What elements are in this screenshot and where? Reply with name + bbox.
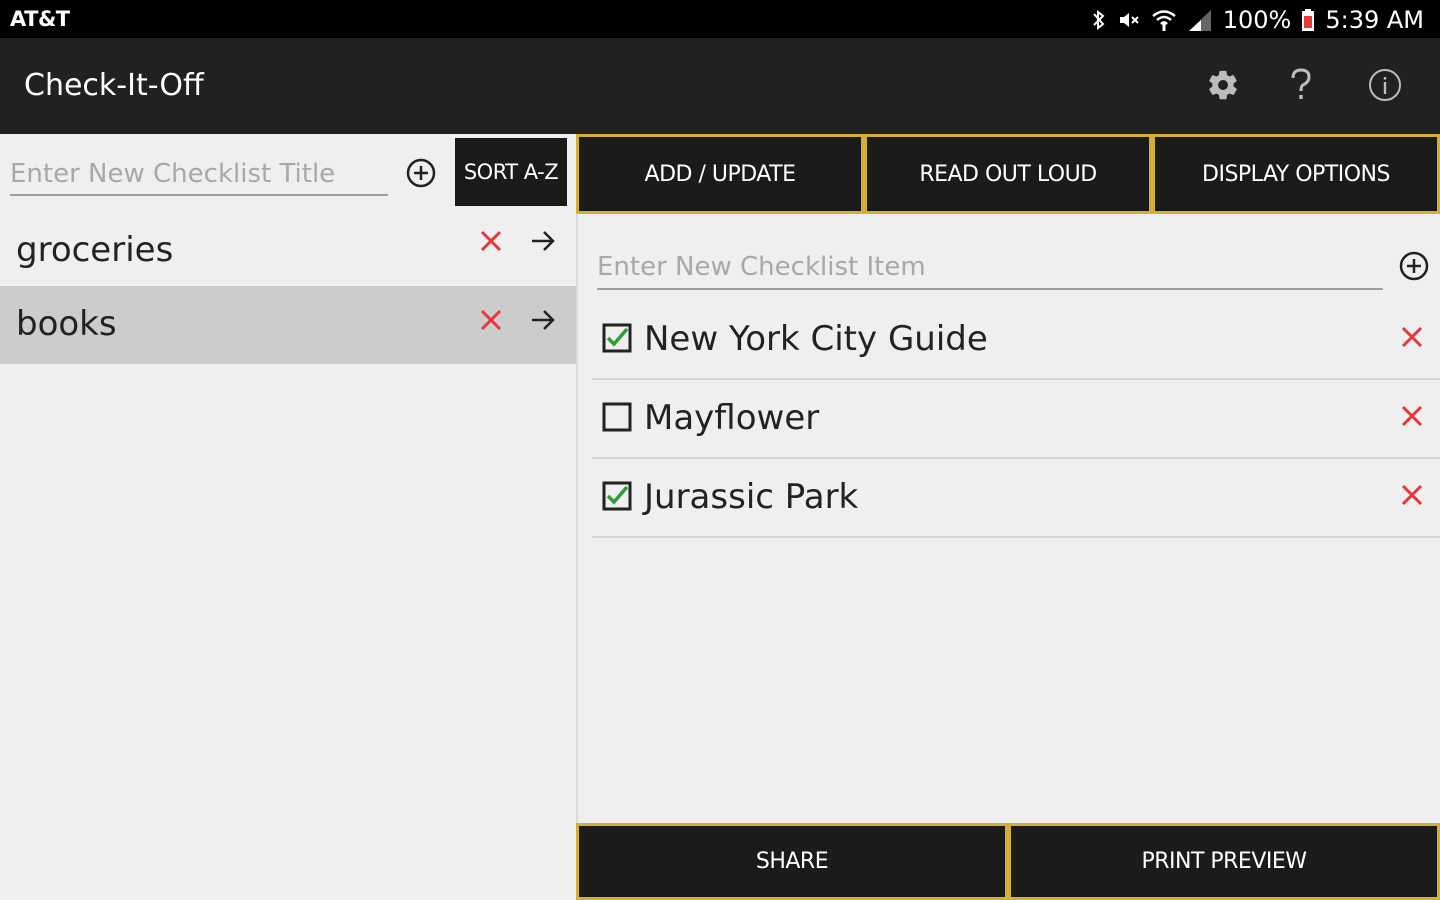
battery-icon bbox=[1301, 8, 1315, 32]
checkbox-checked-icon[interactable] bbox=[602, 481, 632, 511]
add-update-button[interactable]: ADD / UPDATE bbox=[576, 134, 864, 214]
app-bar: Check-It-Off bbox=[0, 38, 1440, 134]
mute-icon bbox=[1117, 8, 1141, 32]
checklist-item-row: New York City Guide bbox=[592, 301, 1440, 380]
share-button[interactable]: SHARE bbox=[576, 823, 1008, 900]
bottom-action-bar: SHARE PRINT PREVIEW bbox=[576, 823, 1440, 900]
status-icons: 100% 5:39 AM bbox=[1091, 4, 1424, 36]
checklist-item-row: Mayflower bbox=[592, 380, 1440, 459]
info-icon[interactable] bbox=[1362, 62, 1408, 108]
arrow-right-icon[interactable] bbox=[526, 224, 560, 258]
app-title: Check-It-Off bbox=[24, 68, 204, 103]
plus-circle-icon bbox=[406, 158, 436, 188]
signal-icon bbox=[1187, 8, 1213, 32]
display-options-button[interactable]: DISPLAY OPTIONS bbox=[1152, 134, 1440, 214]
clock: 5:39 AM bbox=[1325, 6, 1424, 34]
delete-item-button[interactable] bbox=[1396, 479, 1428, 511]
carrier-label: AT&T bbox=[10, 7, 70, 31]
close-icon bbox=[1401, 484, 1423, 506]
checklist-label: groceries bbox=[16, 230, 174, 270]
sort-az-button[interactable]: SORT A-Z bbox=[455, 138, 567, 206]
checkbox-checked-icon[interactable] bbox=[602, 323, 632, 353]
gear-icon[interactable] bbox=[1200, 62, 1246, 108]
checklist-label: books bbox=[16, 304, 117, 344]
checklist-item-row: Jurassic Park bbox=[592, 459, 1440, 538]
delete-item-button[interactable] bbox=[1396, 400, 1428, 432]
item-label: Mayflower bbox=[644, 398, 820, 438]
checklist-pane: SORT A-Z groceries books bbox=[0, 134, 576, 900]
close-icon bbox=[1401, 326, 1423, 348]
bluetooth-icon bbox=[1091, 8, 1107, 32]
close-icon[interactable] bbox=[476, 226, 506, 256]
print-preview-button[interactable]: PRINT PREVIEW bbox=[1008, 823, 1440, 900]
checklist-item-input[interactable] bbox=[597, 246, 1383, 290]
add-checklist-button[interactable] bbox=[402, 154, 440, 192]
action-tab-bar: ADD / UPDATE READ OUT LOUD DISPLAY OPTIO… bbox=[576, 134, 1440, 214]
plus-circle-icon bbox=[1399, 251, 1429, 281]
item-label: New York City Guide bbox=[644, 319, 988, 359]
checkbox-unchecked-icon[interactable] bbox=[602, 402, 632, 432]
close-icon[interactable] bbox=[476, 305, 506, 335]
close-icon bbox=[1401, 405, 1423, 427]
pane-divider bbox=[576, 134, 578, 900]
item-label: Jurassic Park bbox=[644, 477, 859, 517]
help-icon[interactable] bbox=[1278, 62, 1324, 108]
status-bar: AT&T 100% 5:39 AM bbox=[0, 0, 1440, 38]
arrow-right-icon[interactable] bbox=[526, 303, 560, 337]
wifi-icon bbox=[1151, 8, 1177, 32]
checklist-title-input[interactable] bbox=[10, 154, 388, 196]
add-item-button[interactable] bbox=[1396, 248, 1432, 284]
read-out-loud-button[interactable]: READ OUT LOUD bbox=[864, 134, 1152, 214]
battery-percent: 100% bbox=[1222, 6, 1292, 34]
delete-item-button[interactable] bbox=[1396, 321, 1428, 353]
